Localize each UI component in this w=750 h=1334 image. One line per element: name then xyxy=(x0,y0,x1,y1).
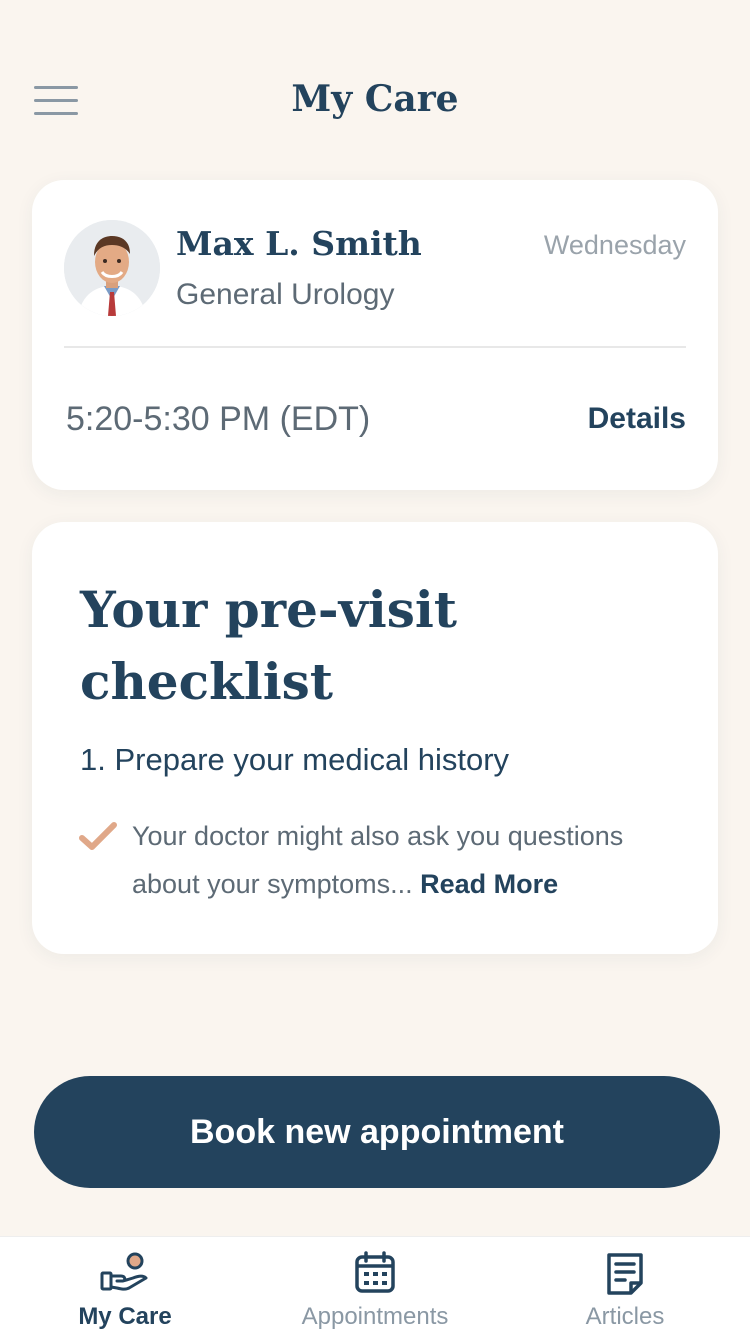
book-new-appointment-button[interactable]: Book new appointment xyxy=(34,1076,720,1188)
appointment-time: 5:20-5:30 PM (EDT) xyxy=(66,400,371,438)
nav-item-appointments[interactable]: Appointments xyxy=(250,1237,500,1334)
article-icon xyxy=(607,1253,643,1295)
divider xyxy=(64,346,686,348)
appointment-day: Wednesday xyxy=(543,230,686,260)
bottom-nav: My Care Appointments Articles xyxy=(0,1236,750,1334)
nav-item-articles[interactable]: Articles xyxy=(500,1237,750,1334)
nav-label-my-care: My Care xyxy=(78,1303,172,1330)
checklist-step: 1. Prepare your medical history xyxy=(80,742,510,777)
appointment-card[interactable]: Max L. Smith General Urology Wednesday 5… xyxy=(32,180,718,490)
nav-label-appointments: Appointments xyxy=(301,1303,449,1330)
checkmark-icon xyxy=(79,822,117,850)
checklist-note: Your doctor might also ask you questions… xyxy=(132,812,692,908)
checklist-title: Your pre-visit checklist xyxy=(80,580,457,711)
details-link[interactable]: Details xyxy=(588,402,686,436)
doctor-name: Max L. Smith xyxy=(176,224,422,263)
pre-visit-checklist-card: Your pre-visit checklist 1. Prepare your… xyxy=(32,522,718,954)
hand-care-icon xyxy=(100,1252,148,1291)
nav-item-my-care[interactable]: My Care xyxy=(0,1237,250,1334)
nav-label-articles: Articles xyxy=(585,1303,665,1330)
doctor-avatar xyxy=(64,220,160,316)
calendar-icon xyxy=(355,1251,395,1293)
my-care-screen: My Care Max L. Smith General Urology Wed… xyxy=(0,0,750,1334)
doctor-specialty: General Urology xyxy=(176,278,395,311)
header: My Care xyxy=(0,0,750,180)
read-more-link[interactable]: Read More xyxy=(420,869,558,899)
page-title: My Care xyxy=(291,78,459,120)
